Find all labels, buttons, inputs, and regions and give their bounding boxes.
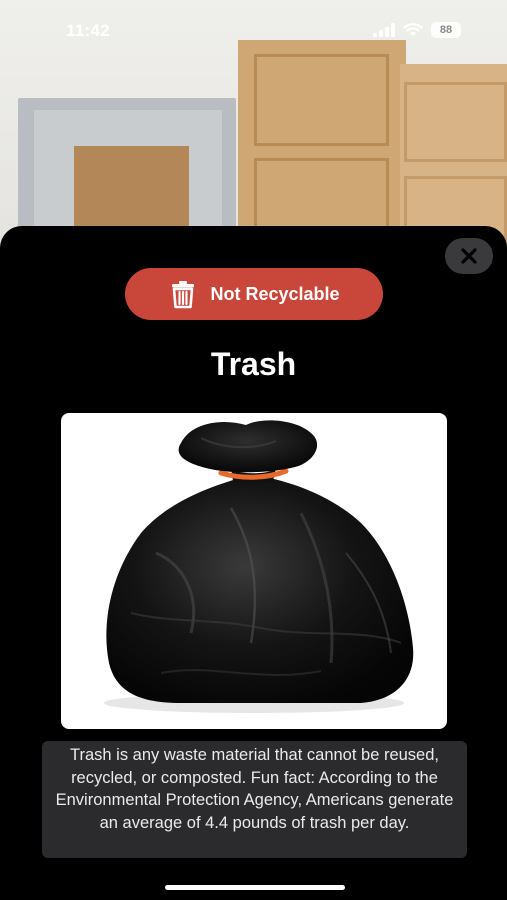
cabinet-right <box>400 64 507 250</box>
status-icons: 88 <box>373 22 461 38</box>
wifi-icon <box>403 23 423 36</box>
status-time: 11:42 <box>66 21 111 40</box>
trash-bag-image <box>104 420 414 713</box>
battery-icon: 88 <box>431 22 461 38</box>
signal-icon <box>373 23 395 37</box>
recyclability-badge: Not Recyclable <box>125 268 383 320</box>
item-title: Trash <box>210 346 297 382</box>
close-button[interactable] <box>445 238 493 274</box>
item-description: Trash is any waste material that cannot … <box>42 741 467 858</box>
badge-label: Not Recyclable <box>210 283 340 304</box>
home-indicator[interactable] <box>165 885 345 890</box>
close-icon <box>461 248 477 264</box>
cabinet-left <box>238 40 406 250</box>
item-photo <box>61 413 447 729</box>
trash-can-icon <box>172 281 195 309</box>
